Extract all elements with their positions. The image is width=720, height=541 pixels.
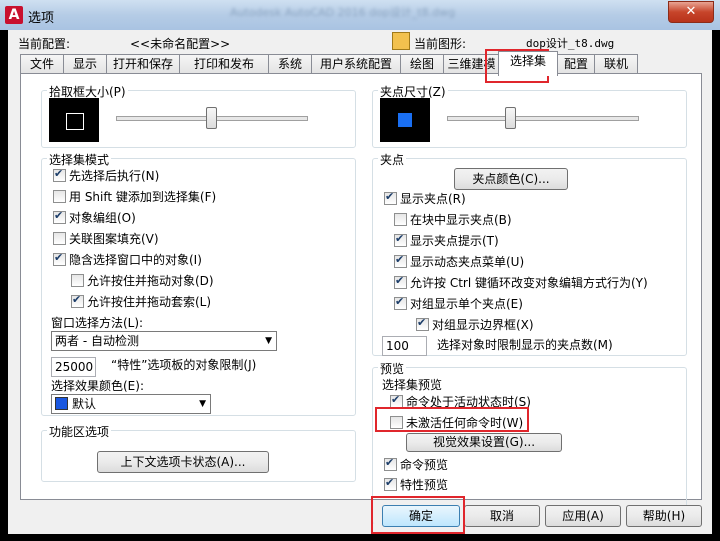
apply-button[interactable]: 应用(A) [545, 505, 621, 527]
grip-tips-checkbox[interactable] [394, 232, 407, 247]
annotation-highlight-checkbox [375, 407, 529, 432]
noun-verb-checkbox[interactable] [53, 167, 66, 182]
press-drag-object-checkbox[interactable] [71, 274, 84, 287]
drawing-file-icon [392, 32, 410, 50]
shift-add-label: 用 Shift 键添加到选择集(F) [69, 190, 217, 204]
ctrl-cycling-checkbox[interactable] [394, 274, 407, 289]
tab-profiles[interactable]: 配置 [557, 54, 595, 74]
tab-system[interactable]: 系统 [268, 54, 312, 74]
tab-display[interactable]: 显示 [63, 54, 107, 74]
object-grouping-label: 对象编组(O) [69, 211, 136, 225]
tab-user-preferences[interactable]: 用户系统配置 [311, 54, 401, 74]
ribbon-options-title: 功能区选项 [47, 423, 112, 440]
title-bar: A 选项 Autodesk AutoCAD 2016 dop设计_t8.dwg … [0, 0, 720, 30]
tab-selection[interactable]: 选择集 [498, 51, 558, 76]
tab-plot-publish[interactable]: 打印和发布 [179, 54, 269, 74]
grips-in-blocks-checkbox[interactable] [394, 213, 407, 226]
annotation-highlight-ok [371, 496, 465, 534]
pickbox-preview [49, 98, 99, 142]
color-swatch-icon [55, 397, 68, 410]
bounding-box-groups-checkbox[interactable] [416, 316, 429, 331]
current-profile-label: 当前配置: [18, 37, 71, 51]
grip-size-slider-thumb[interactable] [504, 107, 516, 129]
effect-color-select[interactable]: 默认 ▼ [51, 394, 211, 414]
selection-tab-page: 拾取框大小(P) 夹点尺寸(Z) 选择集模式 先选择后执行(N) 用 Shift… [20, 73, 702, 524]
tab-files[interactable]: 文件 [20, 54, 64, 74]
selection-preview-subtitle: 选择集预览 [382, 378, 443, 392]
grips-in-blocks-label: 在块中显示夹点(B) [410, 213, 512, 227]
grip-tips-label: 显示夹点提示(T) [410, 234, 499, 248]
window-method-label: 窗口选择方法(L): [51, 316, 144, 330]
chevron-down-icon: ▼ [265, 336, 272, 346]
single-grip-groups-checkbox[interactable] [394, 295, 407, 310]
command-preview-checkbox[interactable] [384, 456, 397, 471]
press-drag-object-label: 允许按住并拖动对象(D) [87, 274, 214, 288]
window-method-value: 两者 - 自动检测 [55, 334, 139, 348]
shift-add-checkbox[interactable] [53, 190, 66, 203]
effect-color-value: 默认 [72, 397, 97, 411]
dynamic-grip-menu-checkbox[interactable] [394, 253, 407, 268]
show-grips-checkbox[interactable] [384, 190, 397, 205]
noun-verb-label: 先选择后执行(N) [69, 169, 160, 183]
show-grips-label: 显示夹点(R) [400, 192, 466, 206]
grip-limit-label: 选择对象时限制显示的夹点数(M) [437, 338, 613, 352]
effect-color-label: 选择效果颜色(E): [51, 379, 144, 393]
tab-online[interactable]: 联机 [594, 54, 638, 74]
single-grip-groups-label: 对组显示单个夹点(E) [410, 297, 523, 311]
property-preview-label: 特性预览 [400, 478, 449, 492]
press-drag-lasso-label: 允许按住并拖动套索(L) [87, 295, 212, 309]
dynamic-grip-menu-label: 显示动态夹点菜单(U) [410, 255, 525, 269]
current-drawing-label: 当前图形: [414, 37, 467, 51]
bounding-box-groups-label: 对组显示边界框(X) [432, 318, 534, 332]
close-button[interactable]: ✕ [668, 1, 714, 23]
press-drag-lasso-checkbox[interactable] [71, 293, 84, 308]
tab-open-save[interactable]: 打开和保存 [106, 54, 180, 74]
grip-size-slider-track[interactable] [447, 116, 639, 121]
pickbox-slider-thumb[interactable] [206, 107, 217, 129]
implied-window-label: 隐含选择窗口中的对象(I) [69, 253, 202, 267]
properties-limit-label: “特性”选项板的对象限制(J) [111, 358, 257, 372]
ctrl-cycling-label: 允许按 Ctrl 键循环改变对象编辑方式行为(Y) [410, 276, 648, 290]
window-method-select[interactable]: 两者 - 自动检测 ▼ [51, 331, 277, 351]
chevron-down-icon: ▼ [199, 399, 206, 409]
properties-limit-input[interactable]: 25000 [51, 357, 96, 377]
implied-window-checkbox[interactable] [53, 251, 66, 266]
autocad-logo-icon: A [5, 6, 23, 24]
cancel-button[interactable]: 取消 [464, 505, 540, 527]
dialog-client: 当前配置: <<未命名配置>> 当前图形: dop设计_t8.dwg 文件 显示… [8, 30, 712, 534]
grip-colors-button[interactable]: 夹点颜色(C)... [454, 168, 568, 190]
grip-size-preview [380, 98, 430, 142]
command-preview-label: 命令预览 [400, 458, 449, 472]
background-window-title: Autodesk AutoCAD 2016 dop设计_t8.dwg [230, 6, 456, 19]
grips-title: 夹点 [378, 151, 407, 168]
contextual-tab-states-button[interactable]: 上下文选项卡状态(A)... [97, 451, 269, 473]
associative-hatch-checkbox[interactable] [53, 232, 66, 245]
visual-effect-settings-button[interactable]: 视觉效果设置(G)... [406, 433, 562, 452]
tab-drafting[interactable]: 绘图 [400, 54, 444, 74]
selection-modes-title: 选择集模式 [47, 151, 112, 168]
help-button[interactable]: 帮助(H) [626, 505, 702, 527]
object-grouping-checkbox[interactable] [53, 209, 66, 224]
current-profile-value: <<未命名配置>> [130, 37, 231, 51]
preview-title: 预览 [378, 360, 407, 377]
window-title: 选项 [28, 11, 55, 26]
property-preview-checkbox[interactable] [384, 476, 397, 491]
associative-hatch-label: 关联图案填充(V) [69, 232, 159, 246]
grip-limit-input[interactable]: 100 [382, 336, 427, 356]
